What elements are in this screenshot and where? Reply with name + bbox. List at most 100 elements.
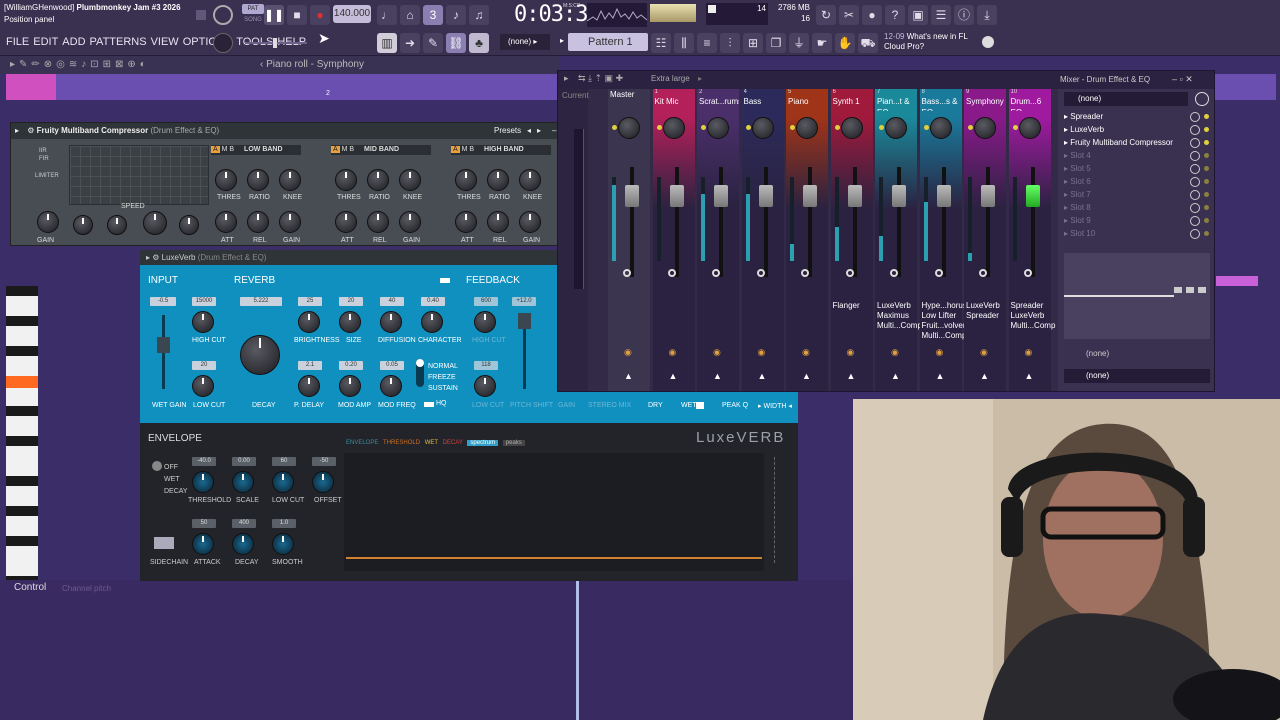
send-icon[interactable]: ◉ — [847, 347, 855, 358]
offset-knob[interactable] — [312, 471, 334, 493]
fader-cap[interactable] — [847, 185, 862, 207]
note-block[interactable] — [1216, 276, 1258, 286]
pitch-shift-fader[interactable] — [518, 313, 531, 389]
black-key[interactable] — [6, 476, 38, 486]
song-toggle[interactable]: SONG — [242, 15, 264, 25]
size-value[interactable]: 20 — [339, 297, 363, 306]
mute-led[interactable] — [745, 125, 751, 130]
mod-freq-knob[interactable] — [380, 375, 402, 397]
route-icon[interactable] — [845, 269, 854, 277]
link-button[interactable]: ⛓ — [446, 33, 466, 53]
mid-ratio-knob[interactable] — [367, 169, 389, 191]
copy-button[interactable]: ❐ — [766, 33, 786, 53]
hq-toggle[interactable] — [424, 402, 434, 407]
eq-button[interactable]: ⫶ — [720, 33, 740, 53]
volume-fader[interactable] — [1030, 167, 1035, 277]
eq-handle-2[interactable] — [1186, 287, 1194, 293]
route-arrow-icon[interactable]: ▲ — [891, 371, 900, 381]
mute-led[interactable] — [923, 125, 929, 130]
volume-fader[interactable] — [941, 167, 946, 277]
low-cut-knob[interactable] — [192, 375, 214, 397]
low-knee-knob[interactable] — [279, 169, 301, 191]
fader-cap[interactable] — [758, 185, 773, 207]
slot-enable-led[interactable] — [1204, 153, 1209, 158]
plugin-button[interactable]: ⏚ — [789, 33, 809, 53]
record-button[interactable]: ● — [310, 5, 330, 25]
volume-fader[interactable] — [897, 167, 901, 277]
pattern-prev-icon[interactable]: ▸ — [560, 36, 564, 45]
mixer-strip[interactable]: 5 Piano ◉ ▲ — [786, 89, 828, 391]
route-icon[interactable] — [934, 269, 943, 277]
mod-amp-value[interactable]: 0.20 — [339, 361, 363, 370]
crossover-knob-2[interactable] — [107, 215, 127, 235]
slot-enable-led[interactable] — [1204, 140, 1209, 145]
high-knee-knob[interactable] — [519, 169, 541, 191]
strip-name[interactable]: 1 Kit Mic — [655, 89, 695, 111]
diffusion-knob[interactable] — [380, 311, 402, 333]
threshold-value[interactable]: -40.0 — [192, 457, 216, 466]
strip-name[interactable]: 9 Symphony — [966, 89, 1006, 111]
black-key[interactable] — [6, 406, 38, 416]
scale-value[interactable]: 0.00 — [232, 457, 256, 466]
mixer-slot[interactable]: ▸ Slot 8 — [1064, 202, 1209, 214]
slot-mix-icon[interactable] — [1190, 229, 1200, 239]
route-icon[interactable] — [756, 269, 765, 277]
fb-high-cut-value[interactable]: 600 — [474, 297, 498, 306]
high-thres-knob[interactable] — [455, 169, 477, 191]
output-select-1[interactable]: (none) — [1064, 347, 1210, 361]
minimize-icon[interactable]: – — [1172, 74, 1177, 84]
p-delay-knob[interactable] — [298, 375, 320, 397]
minimize-icon[interactable]: – — [552, 123, 556, 139]
tab-decay[interactable]: DECAY — [443, 440, 463, 446]
mixer-slot[interactable]: ▸ Slot 6 — [1064, 176, 1209, 188]
playhead[interactable] — [576, 580, 579, 720]
smooth-knob[interactable] — [272, 533, 294, 555]
gear-icon[interactable]: ⚙ — [27, 126, 34, 135]
fader-handle[interactable] — [518, 313, 531, 329]
width-left-icon[interactable]: ▸ — [758, 403, 762, 410]
decay-knob[interactable] — [240, 335, 280, 375]
undo-history-button[interactable]: ↻ — [816, 5, 836, 25]
control-label[interactable]: Control — [14, 582, 46, 593]
shop-button[interactable]: ⛟ — [858, 33, 878, 53]
black-key[interactable] — [6, 506, 38, 516]
diffusion-value[interactable]: 40 — [380, 297, 404, 306]
route-arrow-icon[interactable]: ▲ — [980, 371, 989, 381]
main-volume-knob[interactable] — [213, 5, 233, 25]
output-select-2[interactable]: (none) — [1064, 369, 1210, 383]
env-low-cut-value[interactable]: 60 — [272, 457, 296, 466]
band-m[interactable]: M — [342, 146, 348, 153]
insert-effects[interactable]: LuxeVerb Maximus Multi...Comp — [877, 301, 922, 331]
eq-panel[interactable] — [1064, 253, 1210, 339]
tab-threshold[interactable]: THRESHOLD — [383, 440, 420, 446]
mid-knee-knob[interactable] — [399, 169, 421, 191]
draw-tool-button[interactable]: ✎ — [423, 33, 443, 53]
save-button[interactable]: ▣ — [908, 5, 928, 25]
menu-file[interactable]: FILE — [6, 36, 29, 48]
download-button[interactable]: ⤓ — [977, 5, 997, 25]
hint-toggle[interactable] — [196, 10, 206, 20]
fader-handle[interactable] — [157, 337, 170, 353]
route-arrow-icon[interactable]: ▲ — [936, 371, 945, 381]
mode-switch[interactable] — [416, 359, 424, 387]
pattern-selector[interactable]: Pattern 1 — [568, 33, 648, 51]
browser-button[interactable]: ⊞ — [743, 33, 763, 53]
window-menu-icon[interactable]: ▸ — [146, 253, 150, 262]
tab-peaks[interactable]: peaks — [502, 440, 525, 446]
luxeverb-titlebar[interactable]: ▸ ⚙ LuxeVerb (Drum Effect & EQ) — [140, 250, 560, 265]
mute-led[interactable] — [656, 125, 662, 130]
env-decay-value[interactable]: 400 — [232, 519, 256, 528]
menu-patterns[interactable]: PATTERNS — [90, 36, 147, 48]
piano-roll-tools[interactable]: ▸✎✏⊗◎≋♪⊡⊞⊠⊕◐ — [10, 59, 150, 70]
route-icon[interactable] — [890, 269, 898, 277]
stamp-button[interactable]: ♣ — [469, 33, 489, 53]
close-icon[interactable]: ✕ — [1185, 74, 1193, 84]
fader-cap[interactable] — [936, 185, 951, 207]
window-menu-icon[interactable]: ▸ — [15, 126, 19, 135]
high-gain-knob[interactable] — [519, 211, 541, 233]
fb-low-cut-knob[interactable] — [474, 375, 496, 397]
attack-value[interactable]: 50 — [192, 519, 216, 528]
maximize-icon[interactable]: ▫ — [1180, 74, 1183, 84]
strip-name[interactable]: 6 Synth 1 — [833, 89, 873, 111]
strip-name[interactable]: 7 Pian...t & EQ — [877, 89, 917, 111]
